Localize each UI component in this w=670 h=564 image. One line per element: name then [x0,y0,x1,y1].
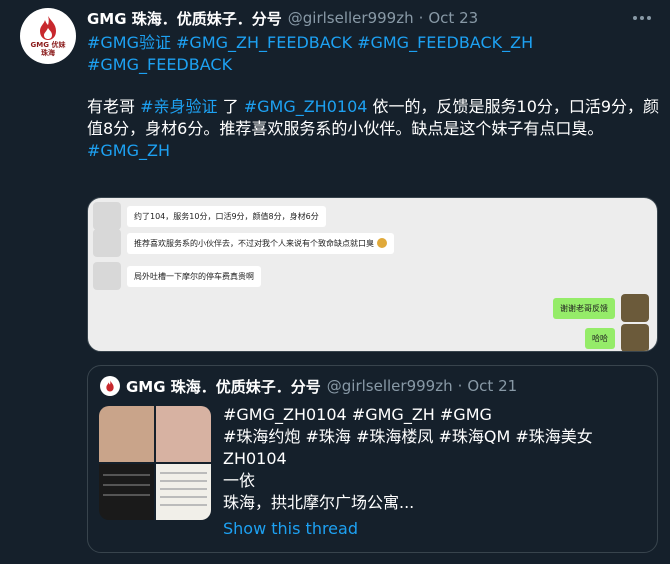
hashtag-link[interactable]: #GMG验证 [87,33,171,52]
quoted-author-name[interactable]: GMG 珠海．优质妹子．分号 [126,376,321,397]
quoted-text-line: 珠海，拱北摩尔广场公寓... [223,493,415,512]
quoted-author-avatar[interactable] [100,376,120,396]
quoted-text-line: ZH0104 [223,449,287,468]
chat-bubble: 谢谢老哥反馈 [553,297,615,319]
photo-thumbnail [156,464,211,520]
tweet-header: GMG 珠海．优质妹子．分号 @girlseller999zh · Oct 23 [87,7,478,29]
emoji-icon [377,238,387,248]
hashtag-link[interactable]: #GMG_ZH0104 [244,97,368,116]
more-options-icon[interactable] [630,8,654,28]
author-handle[interactable]: @girlseller999zh [288,9,414,27]
hashtag-link[interactable]: #GMG_ZH [87,141,170,160]
chat-avatar [93,229,121,257]
photo-thumbnail [99,464,154,520]
flame-logo-icon [40,16,56,40]
quoted-tweet-header: GMG 珠海．优质妹子．分号 @girlseller999zh · Oct 21 [126,375,517,397]
quoted-text-line: #GMG_ZH0104 #GMG_ZH #GMG [223,405,492,424]
avatar-logo-subtext: 珠海 [41,49,55,57]
hashtag-list: #GMG验证 #GMG_ZH_FEEDBACK #GMG_FEEDBACK_ZH #… [87,32,647,76]
quoted-tweet-text: #GMG_ZH0104 #GMG_ZH #GMG #珠海约炮 #珠海 #珠海楼凤… [223,404,643,514]
show-thread-link[interactable]: Show this thread [223,519,358,538]
author-name[interactable]: GMG 珠海．优质妹子．分号 [87,8,282,29]
chat-message: 谢谢老哥反馈 [553,294,649,322]
quoted-tweet-timestamp[interactable]: Oct 21 [467,377,517,395]
hashtag-link[interactable]: #亲身验证 [140,97,217,116]
body-text-part: 了 [217,97,244,116]
separator-dot: · [457,377,463,395]
chat-screenshot-image[interactable]: 约了104，服务10分，口活9分，颜值8分，身材6分 推荐喜欢服务系的小伙伴去，… [87,197,658,352]
flame-logo-icon [106,380,114,392]
hashtag-link[interactable]: #GMG_FEEDBACK_ZH [357,33,533,52]
quoted-text-line: #珠海约炮 #珠海 #珠海楼凤 #珠海QM #珠海美女 [223,427,593,446]
chat-message: 哈哈 [585,324,649,351]
avatar-logo-text: GMG 优妹 [30,41,66,49]
quoted-tweet[interactable]: GMG 珠海．优质妹子．分号 @girlseller999zh · Oct 21 [87,365,658,553]
chat-avatar [93,262,121,290]
body-text-part: 有老哥 [87,97,141,116]
chat-bubble: 哈哈 [585,327,615,349]
author-avatar[interactable]: GMG 优妹 珠海 [20,8,76,64]
chat-avatar [93,202,121,230]
separator-dot: · [418,9,424,27]
tweet-timestamp[interactable]: Oct 23 [428,9,478,27]
quoted-media-thumbnail[interactable] [99,406,211,520]
chat-message: 约了104，服务10分，口活9分，颜值8分，身材6分 [93,202,326,230]
chat-bubble: 推荐喜欢服务系的小伙伴去，不过对我个人来说有个致命缺点就口臭 [127,232,394,254]
quoted-text-line: 一依 [223,471,256,490]
tweet-body: 有老哥 #亲身验证 了 #GMG_ZH0104 依一的，反馈是服务10分，口活9… [87,96,662,162]
chat-avatar [621,324,649,351]
chat-avatar [621,294,649,322]
photo-thumbnail [156,406,211,462]
hashtag-link[interactable]: #GMG_ZH_FEEDBACK [176,33,352,52]
hashtag-link[interactable]: #GMG_FEEDBACK [87,55,232,74]
chat-bubble: 约了104，服务10分，口活9分，颜值8分，身材6分 [127,205,326,227]
chat-message: 推荐喜欢服务系的小伙伴去，不过对我个人来说有个致命缺点就口臭 [93,229,394,257]
chat-message: 局外吐槽一下摩尔的停车费真贵啊 [93,262,261,290]
tweet[interactable]: GMG 优妹 珠海 GMG 珠海．优质妹子．分号 @girlseller999z… [0,0,670,564]
photo-thumbnail [99,406,154,462]
chat-bubble: 局外吐槽一下摩尔的停车费真贵啊 [127,265,261,287]
quoted-author-handle[interactable]: @girlseller999zh [327,377,453,395]
chat-bubble-text: 推荐喜欢服务系的小伙伴去，不过对我个人来说有个致命缺点就口臭 [134,238,374,248]
